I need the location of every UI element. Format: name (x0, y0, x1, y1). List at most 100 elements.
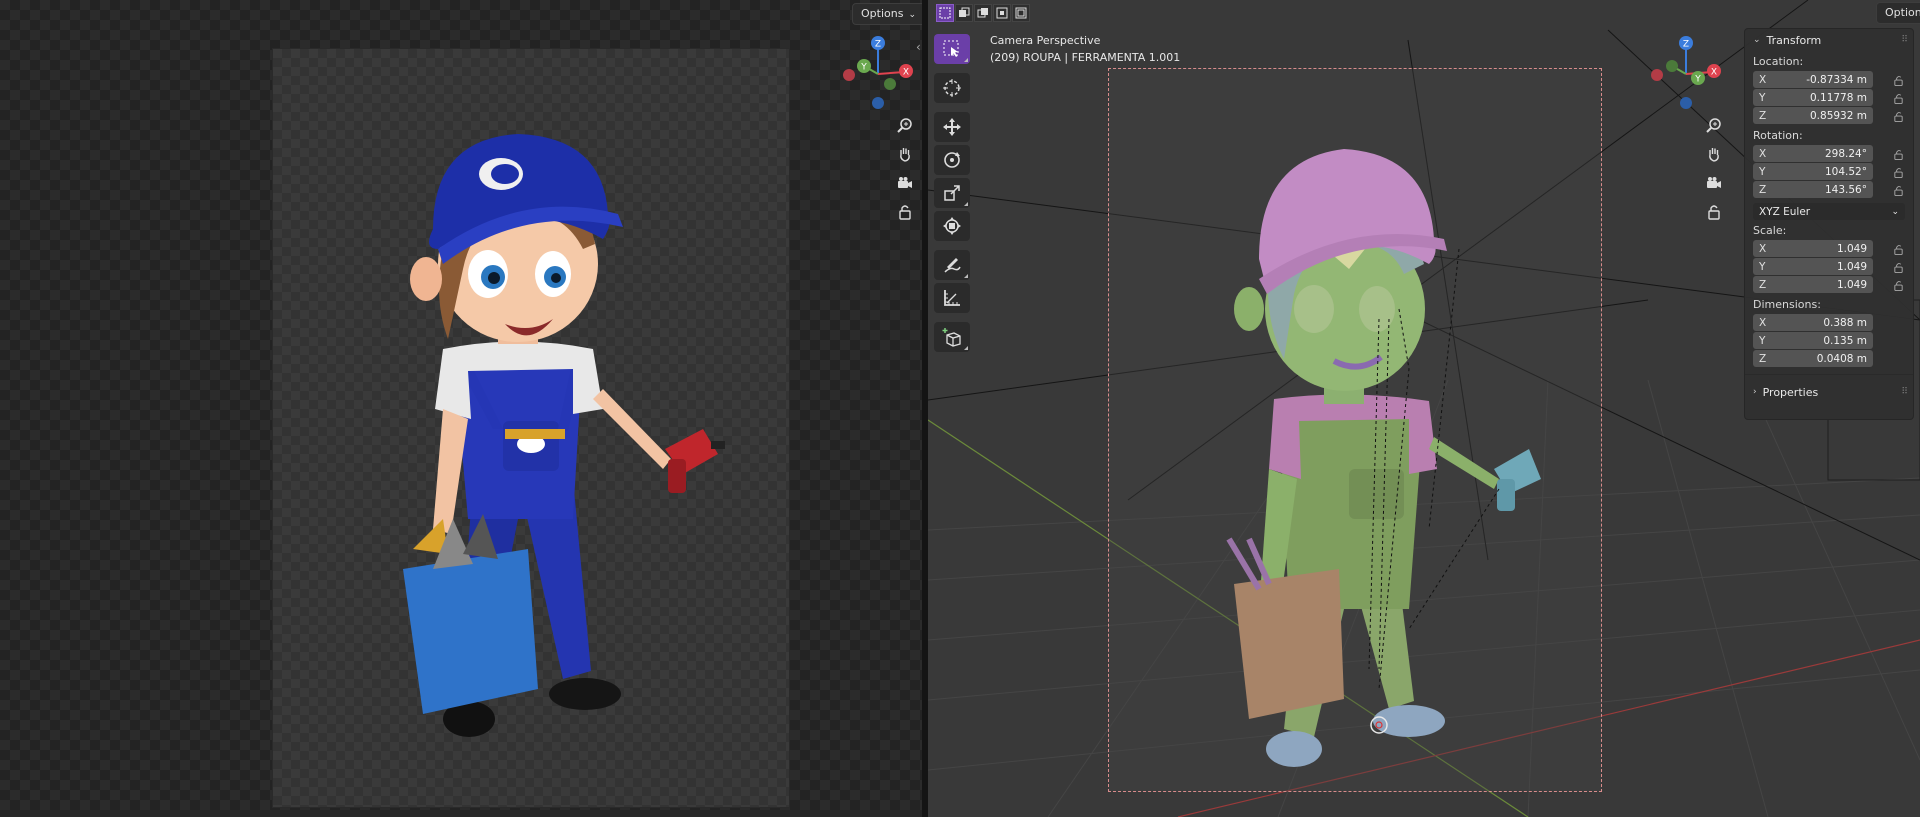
viewport-gizmo-z-label: Z (1683, 40, 1689, 50)
field-value: 104.52° (1825, 165, 1867, 178)
lock-icon[interactable] (1889, 164, 1907, 181)
tool-shelf (934, 34, 972, 355)
add-cube-icon[interactable] (934, 322, 970, 352)
select-extend-icon[interactable] (955, 4, 973, 22)
location-z-field[interactable]: Z 0.85932 m (1753, 107, 1873, 124)
lock-icon[interactable] (1889, 108, 1907, 125)
render-frame (272, 48, 790, 808)
lock-icon[interactable] (1889, 259, 1907, 276)
location-row: Y 0.11778 m (1753, 89, 1913, 107)
viewport-lock-icon[interactable] (1701, 199, 1727, 225)
location-x-field[interactable]: X -0.87334 m (1753, 71, 1873, 88)
scale-row: Y 1.049 (1753, 258, 1913, 276)
move-icon[interactable] (934, 112, 970, 142)
axis-label: X (1759, 73, 1767, 86)
chevron-right-icon: › (1753, 387, 1757, 397)
options-dropdown[interactable]: Options ⌄ (852, 3, 922, 25)
camera-view-icon[interactable] (892, 170, 918, 196)
rotation-row: Y 104.52° (1753, 163, 1913, 181)
chevron-down-icon: ⌄ (1891, 206, 1899, 217)
sidebar-transform-panel: ⌄ Transform ⠿ Location: X -0.87334 m Y 0.11… (1744, 28, 1914, 420)
lock-icon[interactable] (1889, 90, 1907, 107)
gizmo-y-label: Y (860, 63, 867, 73)
camera-perspective-label: Camera Perspective (990, 34, 1101, 47)
field-value: 1.049 (1836, 278, 1867, 291)
location-label: Location: (1753, 55, 1804, 68)
drag-grip-icon[interactable]: ⠿ (1901, 387, 1908, 397)
transform-icon[interactable] (934, 211, 970, 241)
axis-label: Y (1759, 165, 1766, 178)
lock-icon[interactable] (1889, 277, 1907, 294)
select-subtract-icon[interactable] (974, 4, 992, 22)
location-row: Z 0.85932 m (1753, 107, 1913, 125)
dimensions-y-field[interactable]: Y 0.135 m (1753, 332, 1873, 349)
axis-label: Z (1759, 278, 1767, 291)
drag-grip-icon[interactable]: ⠿ (1901, 35, 1908, 45)
field-value: -0.87334 m (1806, 73, 1867, 86)
properties-header[interactable]: › Properties ⠿ (1745, 381, 1913, 403)
dimensions-label: Dimensions: (1753, 298, 1821, 311)
lock-icon[interactable] (1889, 241, 1907, 258)
render-result-editor[interactable]: Options ⌄ Z X Y (0, 0, 922, 817)
viewport-zoom-icon[interactable] (1701, 112, 1727, 138)
viewport-gizmo-y-label: Y (1694, 75, 1701, 85)
axis-label: Y (1759, 334, 1766, 347)
scale-y-field[interactable]: Y 1.049 (1753, 258, 1873, 275)
field-value: 0.0408 m (1816, 352, 1867, 365)
axis-label: Z (1759, 183, 1767, 196)
select-mode-group (936, 4, 1030, 22)
rotate-icon[interactable] (934, 145, 970, 175)
properties-title: Properties (1762, 385, 1819, 399)
active-object-label: (209) ROUPA | FERRAMENTA 1.001 (990, 51, 1181, 64)
chevron-down-icon: ⌄ (1753, 35, 1761, 45)
axis-label: Y (1759, 260, 1766, 273)
rotation-row: X 298.24° (1753, 145, 1913, 163)
rotation-mode-value: XYZ Euler (1759, 205, 1811, 218)
measure-icon[interactable] (934, 283, 970, 313)
lock-icon[interactable] (1889, 146, 1907, 163)
viewport-camera-icon[interactable] (1701, 170, 1727, 196)
transform-header[interactable]: ⌄ Transform ⠿ (1745, 29, 1913, 51)
lock-view-icon[interactable] (892, 199, 918, 225)
pan-hand-icon[interactable] (892, 141, 918, 167)
transform-title: Transform (1766, 33, 1822, 47)
select-box-icon[interactable] (934, 34, 970, 64)
location-y-field[interactable]: Y 0.11778 m (1753, 89, 1873, 106)
annotate-icon[interactable] (934, 250, 970, 280)
cursor-icon[interactable] (934, 73, 970, 103)
rotation-y-field[interactable]: Y 104.52° (1753, 163, 1873, 180)
select-intersect-icon[interactable] (1012, 4, 1030, 22)
dimensions-z-field[interactable]: Z 0.0408 m (1753, 350, 1873, 367)
scale-row: Z 1.049 (1753, 276, 1913, 294)
dimensions-row: Z 0.0408 m (1753, 350, 1913, 368)
field-value: 0.135 m (1823, 334, 1867, 347)
rotation-mode-select[interactable]: XYZ Euler ⌄ (1753, 203, 1905, 220)
dimensions-row: X 0.388 m (1753, 314, 1913, 332)
select-invert-icon[interactable] (993, 4, 1011, 22)
zoom-icon[interactable] (892, 112, 918, 138)
viewport-options-dropdown[interactable]: Options (1876, 2, 1920, 24)
lock-icon[interactable] (1889, 182, 1907, 199)
axis-label: X (1759, 316, 1767, 329)
rotation-z-field[interactable]: Z 143.56° (1753, 181, 1873, 198)
select-new-icon[interactable] (936, 4, 954, 22)
scale-label: Scale: (1753, 224, 1787, 237)
dimensions-x-field[interactable]: X 0.388 m (1753, 314, 1873, 331)
viewport-navigation-gizmo[interactable]: Z X Y (1648, 32, 1724, 114)
rotation-x-field[interactable]: X 298.24° (1753, 145, 1873, 162)
axis-label: Z (1759, 352, 1767, 365)
camera-frame (1108, 68, 1602, 792)
axis-label: X (1759, 147, 1767, 160)
scale-z-field[interactable]: Z 1.049 (1753, 276, 1873, 293)
dimensions-row: Y 0.135 m (1753, 332, 1913, 350)
chevron-left-icon[interactable]: ‹ (916, 40, 921, 54)
scale-x-field[interactable]: X 1.049 (1753, 240, 1873, 257)
navigation-gizmo[interactable]: Z X Y (840, 32, 916, 114)
rotation-row: Z 143.56° (1753, 181, 1913, 199)
scale-icon[interactable] (934, 178, 970, 208)
field-value: 0.388 m (1823, 316, 1867, 329)
viewport-options-label: Options (1885, 6, 1920, 19)
field-value: 298.24° (1825, 147, 1867, 160)
viewport-pan-hand-icon[interactable] (1701, 141, 1727, 167)
lock-icon[interactable] (1889, 72, 1907, 89)
